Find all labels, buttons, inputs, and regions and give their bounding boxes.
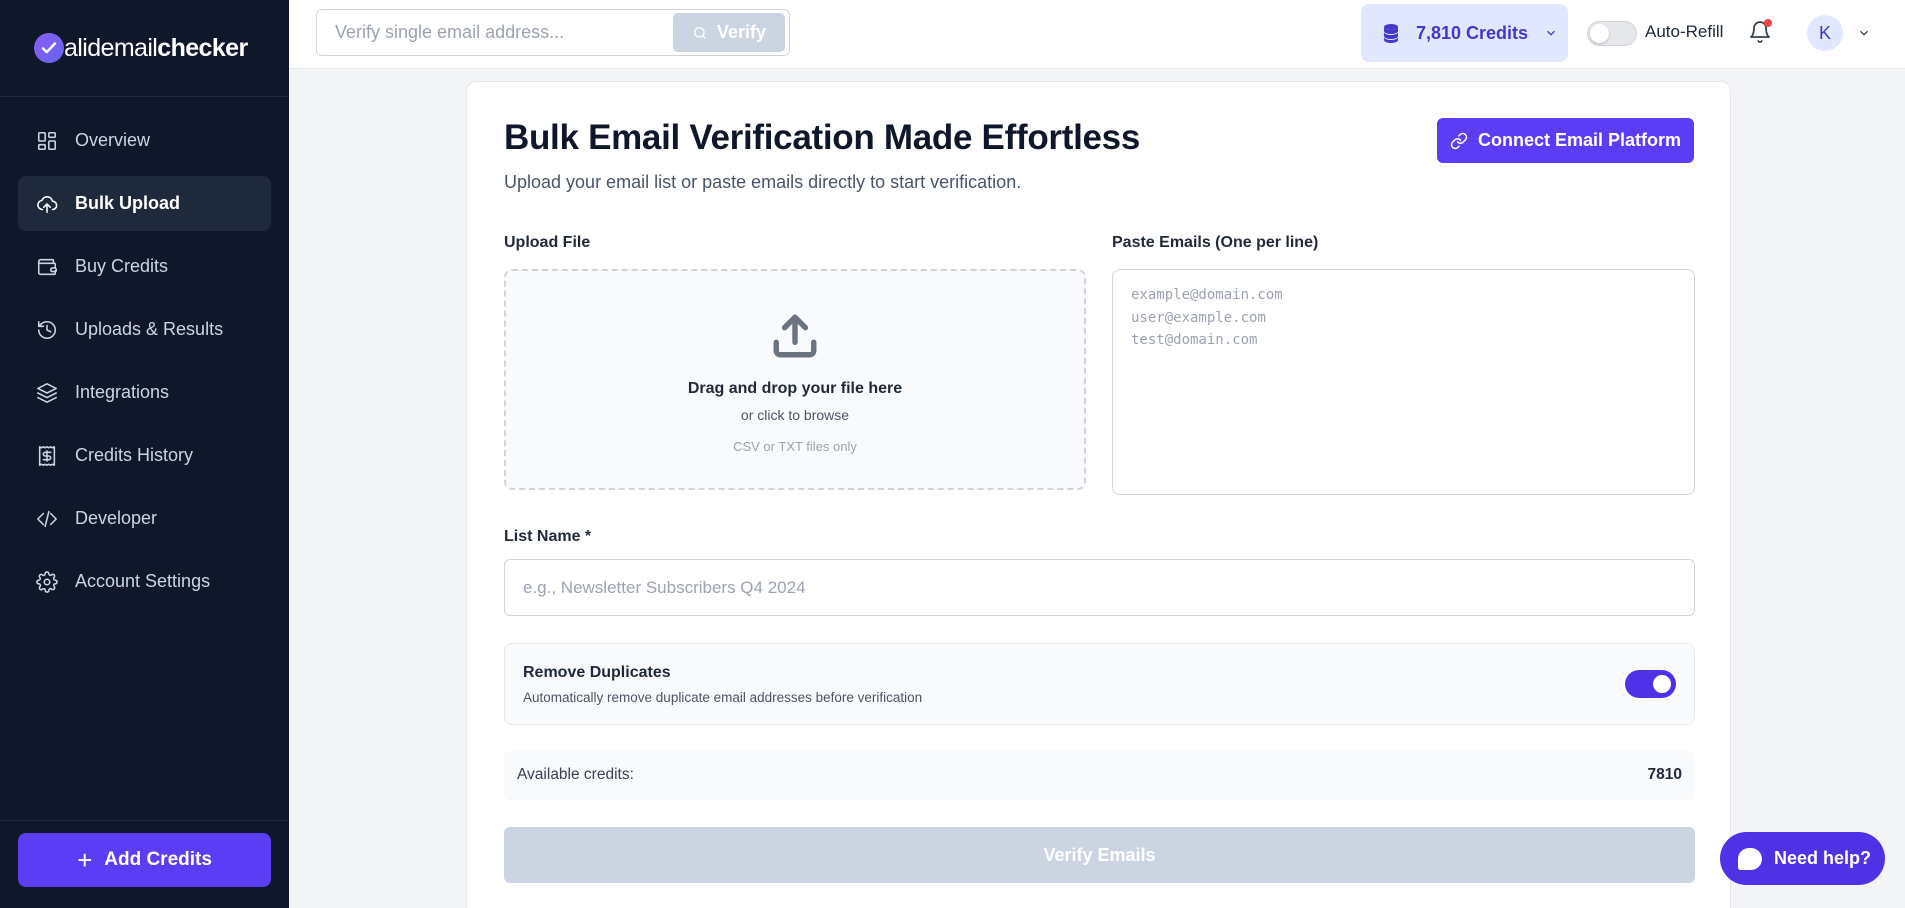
notification-badge (1764, 19, 1772, 27)
single-email-input[interactable] (317, 10, 677, 55)
connect-email-platform-button[interactable]: Connect Email Platform (1437, 118, 1694, 163)
dropzone-browse-text: or click to browse (740, 407, 850, 423)
sidebar-item-label: Integrations (75, 382, 170, 402)
sidebar-item-credits-history[interactable]: Credits History (18, 428, 271, 483)
paste-emails-label: Paste Emails (One per line) (1112, 234, 1319, 251)
topbar: Verify 7,810 Credits Auto-Refill K (289, 0, 1905, 69)
credits-balance: 7,810 Credits (1416, 22, 1529, 43)
sidebar-item-label: Uploads & Results (75, 319, 224, 339)
verify-label: Verify (716, 22, 767, 42)
page-title: Bulk Email Verification Made Effortless (504, 118, 1140, 157)
sidebar-item-buy-credits[interactable]: Buy Credits (18, 239, 271, 294)
add-credits-label: Add Credits (104, 849, 212, 870)
logo[interactable]: alidemailchecker (0, 0, 289, 97)
remove-duplicates-toggle[interactable] (1625, 670, 1676, 698)
placeholder-line: test@domain.com (1131, 332, 1258, 348)
need-help-label: Need help? (1774, 848, 1872, 868)
receipt-dollar-icon (36, 445, 58, 467)
gear-icon (36, 570, 58, 593)
wallet-icon (36, 256, 58, 278)
sidebar-item-bulk-upload[interactable]: Bulk Upload (18, 176, 271, 231)
sidebar-footer: + Add Credits (0, 820, 289, 908)
placeholder-line: example@domain.com (1131, 287, 1283, 303)
sidebar-item-label: Bulk Upload (75, 193, 181, 213)
checkmark-logo-icon (34, 33, 64, 63)
plus-icon: + (77, 845, 93, 875)
add-credits-button[interactable]: + Add Credits (18, 833, 271, 887)
sidebar-item-label: Buy Credits (75, 256, 169, 276)
available-credits-value: 7810 (1647, 766, 1682, 783)
sidebar-nav: Overview Bulk Upload Buy Credits Uploads… (0, 97, 289, 609)
list-name-input[interactable] (504, 559, 1695, 616)
history-icon (36, 319, 58, 341)
notifications-button[interactable] (1748, 19, 1772, 44)
file-dropzone[interactable]: Drag and drop your file here or click to… (504, 269, 1086, 490)
sidebar-item-label: Credits History (75, 445, 194, 465)
sidebar-item-label: Account Settings (75, 571, 211, 591)
verify-emails-button[interactable]: Verify Emails (504, 827, 1695, 883)
sidebar-item-developer[interactable]: Developer (18, 491, 271, 546)
code-icon (36, 508, 58, 530)
paste-emails-textarea[interactable]: example@domain.com user@example.com test… (1112, 269, 1695, 495)
verify-button[interactable]: Verify (673, 13, 785, 52)
search-icon (693, 26, 706, 39)
sidebar-item-label: Developer (75, 508, 158, 528)
placeholder-line: user@example.com (1131, 309, 1266, 326)
sidebar-item-label: Overview (75, 130, 151, 150)
cloud-upload-icon (36, 193, 58, 215)
grid-icon (36, 130, 58, 152)
sidebar-item-account-settings[interactable]: Account Settings (18, 554, 271, 609)
toggle-knob (1653, 675, 1671, 693)
chevron-down-icon[interactable] (1857, 26, 1871, 40)
remove-duplicates-title: Remove Duplicates (523, 664, 671, 681)
need-help-button[interactable]: Need help? (1720, 832, 1885, 885)
chevron-down-icon (1547, 30, 1556, 36)
list-name-label: List Name * (504, 528, 592, 545)
upload-icon (773, 314, 817, 358)
chat-bubble-icon (1738, 847, 1762, 870)
auto-refill-label: Auto-Refill (1645, 22, 1724, 41)
connect-label: Connect Email Platform (1477, 130, 1682, 150)
logo-text: alidemailchecker (64, 33, 248, 62)
sidebar: alidemailchecker Overview Bulk Upload Bu… (0, 0, 289, 908)
single-verify-bar: Verify (316, 9, 790, 56)
auto-refill-toggle[interactable] (1587, 21, 1637, 46)
upload-file-label: Upload File (504, 234, 591, 251)
available-credits-label: Available credits: (517, 766, 634, 783)
layers-icon (36, 382, 58, 404)
available-credits-row: Available credits: 7810 (504, 751, 1695, 800)
toggle-knob (1590, 24, 1609, 43)
sidebar-item-uploads-results[interactable]: Uploads & Results (18, 302, 271, 357)
dropzone-hint: CSV or TXT files only (733, 439, 857, 454)
remove-duplicates-description: Automatically remove duplicate email add… (523, 690, 923, 705)
avatar[interactable]: K (1807, 15, 1843, 51)
credits-dropdown[interactable]: 7,810 Credits (1361, 4, 1568, 62)
bulk-upload-card: Bulk Email Verification Made Effortless … (466, 81, 1731, 908)
link-icon (1450, 132, 1468, 149)
sidebar-item-overview[interactable]: Overview (18, 113, 271, 168)
page-subtitle: Upload your email list or paste emails d… (504, 172, 1022, 192)
sidebar-item-integrations[interactable]: Integrations (18, 365, 271, 420)
coins-icon (1384, 24, 1398, 43)
remove-duplicates-panel: Remove Duplicates Automatically remove d… (504, 643, 1695, 725)
dropzone-title: Drag and drop your file here (687, 380, 903, 397)
